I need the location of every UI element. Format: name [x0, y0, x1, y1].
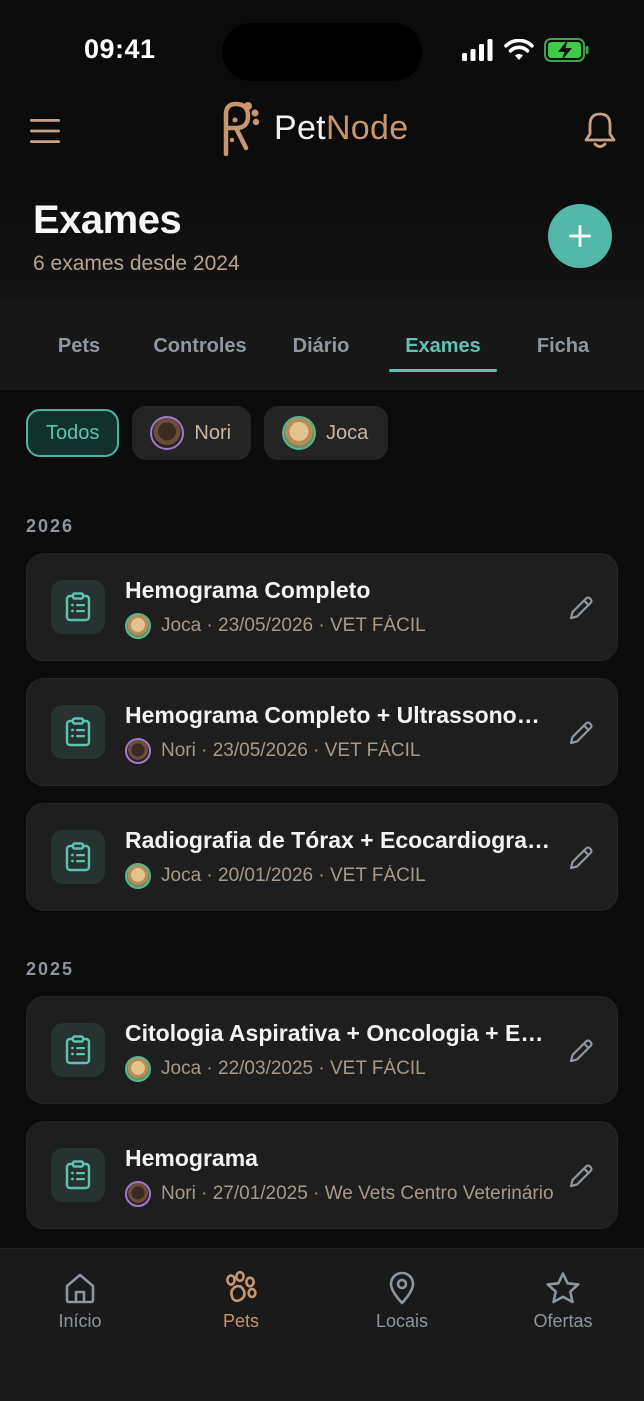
exam-type-icon-wrapper	[51, 705, 105, 759]
exam-card[interactable]: Hemograma Nori · 27/01/2025 · We Vets Ce…	[26, 1121, 618, 1229]
filter-chip-todos[interactable]: Todos	[26, 409, 120, 457]
plus-icon	[569, 225, 591, 247]
edit-exam-button[interactable]	[567, 844, 595, 872]
tab-pets[interactable]: Pets	[24, 302, 134, 390]
tab-exames[interactable]: Exames	[387, 302, 499, 390]
exam-type-icon-wrapper	[51, 830, 105, 884]
year-header-2026: 2026	[26, 516, 75, 536]
tab-ficha[interactable]: Ficha	[508, 302, 618, 390]
edit-exam-button[interactable]	[567, 594, 595, 622]
status-time: 09:41	[84, 34, 156, 64]
filter-chip-label: Nori	[194, 421, 232, 444]
add-exam-button[interactable]	[548, 204, 612, 268]
joca-avatar	[125, 613, 151, 639]
exam-meta-text: Joca · 20/01/2026 · VET FÁCIL	[161, 865, 426, 886]
tab-diario[interactable]: Diário	[266, 302, 376, 390]
exam-meta: Nori · 23/05/2026 · VET FÁCIL	[125, 738, 555, 764]
page-title: Exames	[33, 198, 182, 242]
page-subtitle: 6 exames desde 2024	[33, 252, 240, 275]
location-pin-icon	[389, 1271, 415, 1305]
pencil-icon	[569, 596, 593, 620]
nav-locais[interactable]: Locais	[347, 1271, 457, 1332]
exam-type-icon-wrapper	[51, 1148, 105, 1202]
joca-avatar	[125, 863, 151, 889]
exam-type-icon-wrapper	[51, 580, 105, 634]
clipboard-icon	[65, 717, 91, 747]
cellular-signal-icon	[462, 39, 493, 61]
paw-icon	[226, 1271, 257, 1303]
exam-title: Citologia Aspirativa + Oncologia + Exame…	[125, 1020, 550, 1046]
nav-label: Ofertas	[533, 1311, 593, 1331]
exam-title: Hemograma Completo	[125, 577, 371, 603]
nav-label: Pets	[222, 1311, 260, 1331]
logo-word-node: Node	[325, 108, 409, 147]
wifi-icon	[504, 39, 534, 60]
clipboard-icon	[65, 1035, 91, 1065]
exam-card[interactable]: Hemograma Completo + Ultrassonografia No…	[26, 678, 618, 786]
clipboard-icon	[65, 592, 91, 622]
joca-avatar	[282, 416, 317, 450]
logo-wordmark: PetNode	[274, 109, 408, 148]
hamburger-menu-icon	[30, 119, 60, 143]
filter-chip-joca[interactable]: Joca	[264, 406, 389, 460]
edit-exam-button[interactable]	[567, 1037, 595, 1065]
pet-filters: Todos Nori Joca	[26, 406, 389, 460]
edit-exam-button[interactable]	[567, 719, 595, 747]
nori-avatar	[150, 416, 185, 450]
clipboard-icon	[65, 842, 91, 872]
exam-title: Hemograma	[125, 1145, 258, 1171]
notifications-button[interactable]	[582, 110, 618, 150]
nori-avatar	[125, 1181, 151, 1207]
joca-avatar	[125, 1056, 151, 1082]
petnode-logo: PetNode	[218, 100, 408, 156]
app-header: PetNode	[0, 100, 644, 172]
filter-chip-label: Todos	[46, 421, 100, 444]
dynamic-island	[222, 23, 422, 81]
filter-chip-label: Joca	[326, 421, 369, 444]
exam-meta: Joca · 23/05/2026 · VET FÁCIL	[125, 613, 555, 639]
exam-type-icon-wrapper	[51, 1023, 105, 1077]
star-icon	[546, 1272, 580, 1304]
filter-chip-nori[interactable]: Nori	[132, 406, 252, 460]
nav-pets[interactable]: Pets	[186, 1271, 296, 1332]
pencil-icon	[569, 721, 593, 745]
pencil-icon	[569, 846, 593, 870]
exam-title: Radiografia de Tórax + Ecocardiograma	[125, 827, 550, 853]
nav-ofertas[interactable]: Ofertas	[508, 1271, 618, 1332]
exam-meta: Joca · 22/03/2025 · VET FÁCIL	[125, 1056, 555, 1082]
menu-button[interactable]	[28, 114, 62, 148]
exam-card[interactable]: Citologia Aspirativa + Oncologia + Exame…	[26, 996, 618, 1104]
battery-charging-icon	[544, 38, 589, 62]
nav-inicio[interactable]: Início	[25, 1271, 135, 1332]
pencil-icon	[569, 1039, 593, 1063]
home-icon	[65, 1273, 95, 1304]
exam-meta-text: Joca · 23/05/2026 · VET FÁCIL	[161, 615, 426, 636]
status-icons	[462, 38, 590, 62]
exam-card[interactable]: Radiografia de Tórax + Ecocardiograma Jo…	[26, 803, 618, 911]
year-header-2025: 2025	[26, 959, 75, 979]
exam-meta: Nori · 27/01/2025 · We Vets Centro Veter…	[125, 1181, 555, 1207]
tab-controles[interactable]: Controles	[140, 302, 260, 390]
status-bar: 09:41	[0, 0, 644, 100]
exam-title: Hemograma Completo + Ultrassonografia	[125, 702, 550, 728]
section-tabs: Pets Controles Diário Exames Ficha	[0, 302, 644, 390]
exam-meta-text: Nori · 27/01/2025 · We Vets Centro Veter…	[161, 1183, 554, 1204]
page-header: Exames 6 exames desde 2024	[0, 172, 644, 302]
nav-label: Início	[58, 1311, 102, 1331]
exam-meta-text: Joca · 22/03/2025 · VET FÁCIL	[161, 1058, 426, 1079]
clipboard-icon	[65, 1160, 91, 1190]
bell-icon	[584, 112, 616, 148]
exam-card[interactable]: Hemograma Completo Joca · 23/05/2026 · V…	[26, 553, 618, 661]
bottom-navigation: Início Pets Locais Ofertas	[0, 1248, 644, 1401]
edit-exam-button[interactable]	[567, 1162, 595, 1190]
exam-meta-text: Nori · 23/05/2026 · VET FÁCIL	[161, 740, 421, 761]
pencil-icon	[569, 1164, 593, 1188]
paw-logo-icon	[223, 101, 260, 156]
nav-label: Locais	[375, 1311, 429, 1331]
nori-avatar	[125, 738, 151, 764]
exam-meta: Joca · 20/01/2026 · VET FÁCIL	[125, 863, 555, 889]
logo-word-pet: Pet	[274, 108, 326, 147]
active-tab-indicator	[389, 369, 497, 372]
